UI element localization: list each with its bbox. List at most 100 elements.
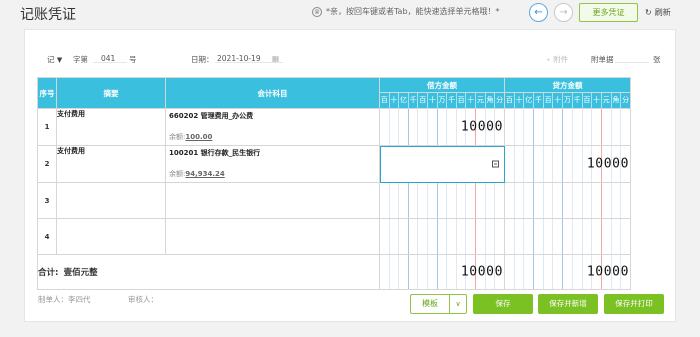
refresh-label: 刷新	[654, 8, 671, 17]
digit-unit-label: 百	[505, 93, 515, 108]
digit-unit-label: 亿	[399, 93, 409, 108]
word-select[interactable]: 记 ▼	[47, 54, 62, 65]
attach-button[interactable]: ⋆ 附件	[546, 54, 568, 65]
summary-cell[interactable]	[56, 182, 166, 219]
voucher-meta: 记 ▼ 字第 041 号 日期： 2021-10-19 ▦ ⋆ 附件 附单据 张	[25, 30, 675, 74]
total-row: 合计: 壹佰元整 10000 10000	[37, 254, 631, 290]
total-debit: 10000	[460, 264, 503, 280]
debit-amount: 10000	[460, 119, 503, 135]
reviewer-label: 审核人：	[128, 295, 158, 304]
hint-text: *亲，按回车键或者Tab，能快速选择单元格哦！*	[326, 7, 500, 16]
digit-unit-label: 万	[438, 93, 448, 108]
save-and-new-button[interactable]: 保存并新增	[538, 294, 598, 314]
col-index-header: 序号	[37, 77, 57, 109]
credit-cell[interactable]	[504, 108, 631, 146]
account-cell[interactable]: 660202 管理费用_办公费 余额:100.00	[165, 108, 380, 146]
save-and-print-button[interactable]: 保存并打印	[604, 294, 664, 314]
date-label: 日期：	[191, 55, 214, 64]
digit-unit-label: 百	[457, 93, 467, 108]
account-cell[interactable]: 100201 银行存款_民生银行 余额:94,934.24	[165, 145, 380, 183]
digit-unit-label: 十	[428, 93, 438, 108]
digit-unit-label: 元	[476, 93, 486, 108]
arrow-left-icon: ←	[534, 7, 543, 18]
digit-unit-label: 百	[544, 93, 554, 108]
total-credit-cell: 10000	[504, 254, 631, 290]
template-label[interactable]: 模板	[411, 295, 450, 313]
table-row: 2 支付费用 100201 银行存款_民生银行 余额:94,934.24 100…	[37, 145, 631, 183]
date-value: 2021-10-19	[217, 54, 261, 63]
total-credit: 10000	[586, 264, 629, 280]
total-debit-cell: 10000	[379, 254, 505, 290]
digit-unit-label: 百	[583, 93, 593, 108]
keyboard-hint: @ *亲，按回车键或者Tab，能快速选择单元格哦！*	[312, 6, 500, 17]
col-summary-header: 摘要	[56, 77, 166, 109]
digit-unit-label: 万	[563, 93, 573, 108]
digit-unit-label: 千	[409, 93, 419, 108]
attach-label: 附件	[553, 55, 569, 64]
digit-unit-label: 十	[390, 93, 400, 108]
paperclip-icon: ⋆	[546, 55, 551, 64]
digit-unit-label: 百	[418, 93, 429, 108]
save-button[interactable]: 保存	[473, 294, 533, 314]
word-label: 字第	[73, 55, 88, 64]
digit-unit-label: 角	[612, 93, 622, 108]
table-row: 1 支付费用 660202 管理费用_办公费 余额:100.00 10000	[37, 108, 631, 146]
table-row: 3	[37, 182, 631, 219]
prev-voucher-button[interactable]: ←	[529, 3, 548, 22]
digit-unit-label: 角	[486, 93, 496, 108]
voucher-panel: 记 ▼ 字第 041 号 日期： 2021-10-19 ▦ ⋆ 附件 附单据 张…	[24, 29, 676, 322]
calendar-icon[interactable]: ▦	[272, 54, 279, 63]
account-cell[interactable]	[165, 218, 380, 255]
summary-cell[interactable]: 支付费用	[56, 145, 166, 183]
summary-cell[interactable]: 支付费用	[56, 108, 166, 146]
credit-digit-header: 百十亿千百十万千百十元角分	[504, 92, 631, 109]
digit-unit-label: 千	[573, 93, 583, 108]
chevron-down-icon[interactable]: ∨	[450, 295, 466, 313]
debit-digit-header: 百十亿千百十万千百十元角分	[379, 92, 505, 109]
summary-cell[interactable]	[56, 218, 166, 255]
credit-cell[interactable]	[504, 218, 631, 255]
account-name: 660202 管理费用_办公费	[169, 112, 254, 120]
template-dropdown[interactable]: 模板 ∨	[410, 294, 467, 314]
digit-unit-label: 分	[622, 96, 630, 104]
account-cell[interactable]	[165, 182, 380, 219]
number-suffix: 号	[129, 55, 137, 64]
digit-unit-label: 十	[515, 93, 525, 108]
debit-input-active[interactable]	[379, 145, 505, 183]
debit-cell[interactable]	[379, 218, 505, 255]
total-words: 壹佰元整	[63, 268, 98, 278]
credit-cell[interactable]: 10000	[504, 145, 631, 183]
col-debit-header: 借方金额	[379, 77, 505, 93]
refresh-button[interactable]: ↻ 刷新	[645, 7, 671, 18]
chevron-down-icon: ▼	[56, 56, 63, 64]
refresh-icon: ↻	[645, 8, 652, 17]
table-row: 4	[37, 218, 631, 255]
page-title: 记账凭证	[20, 7, 76, 23]
digit-unit-label: 十	[466, 93, 477, 108]
col-credit-header: 贷方金额	[504, 77, 631, 93]
row-index: 2	[37, 145, 57, 183]
digit-unit-label: 十	[553, 93, 564, 108]
debit-cell[interactable]: 10000	[379, 108, 505, 146]
digit-unit-label: 百	[380, 93, 390, 108]
attach-count-input[interactable]	[615, 51, 649, 63]
credit-cell[interactable]	[504, 182, 631, 219]
account-balance: 余额:94,934.24	[169, 170, 225, 178]
digit-unit-label: 分	[496, 96, 504, 104]
debit-cell[interactable]	[379, 182, 505, 219]
hint-icon: @	[312, 6, 322, 17]
account-balance: 余额:100.00	[169, 133, 213, 141]
account-name: 100201 银行存款_民生银行	[169, 149, 261, 157]
row-index: 4	[37, 218, 57, 255]
total-label: 合计: 壹佰元整	[37, 254, 380, 290]
more-vouchers-button[interactable]: 更多凭证	[579, 3, 638, 22]
calculator-icon[interactable]	[492, 160, 499, 168]
credit-amount: 10000	[586, 156, 629, 172]
voucher-table: 序号 摘要 会计科目 借方金额 贷方金额 百十亿千百十万千百十元角分 百十亿千百…	[37, 77, 631, 290]
digit-unit-label: 十	[592, 93, 602, 108]
row-index: 1	[37, 108, 57, 146]
word-value: 记	[47, 55, 55, 64]
digit-unit-label: 千	[447, 93, 457, 108]
next-voucher-button[interactable]: →	[554, 3, 573, 22]
number-value: 041	[101, 54, 116, 63]
